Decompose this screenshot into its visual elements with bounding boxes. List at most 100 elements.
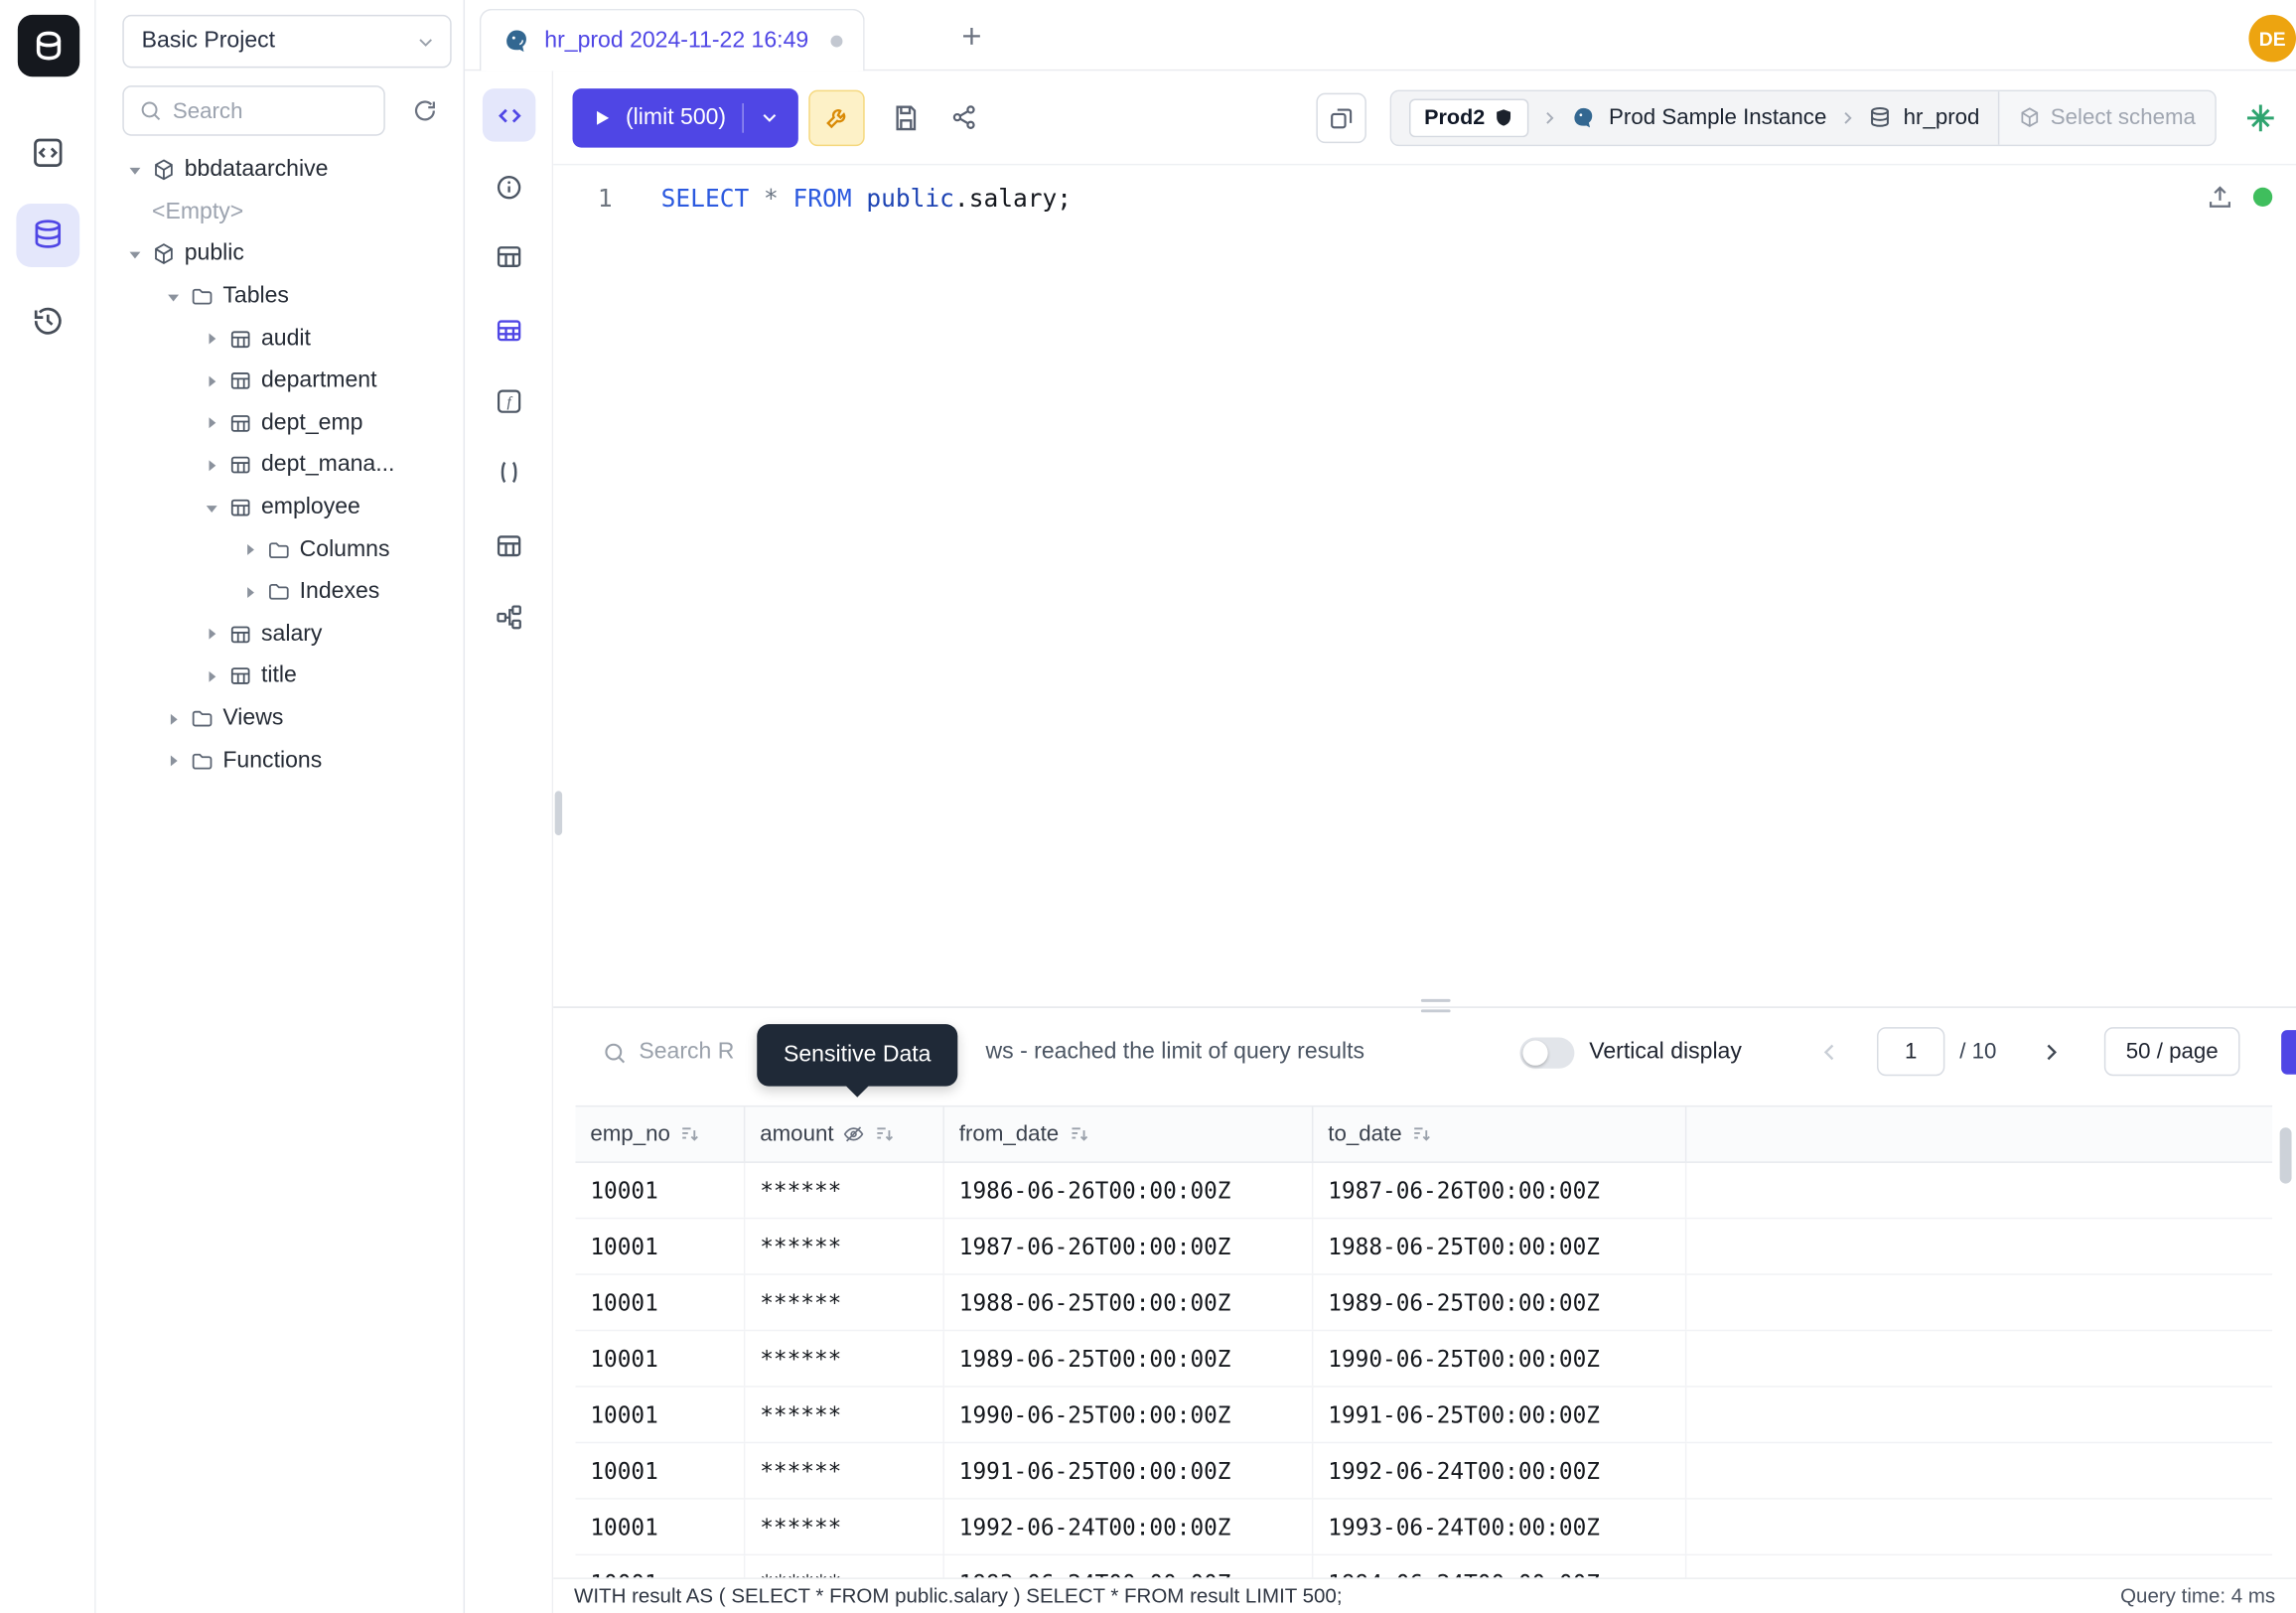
cell[interactable]: 1987-06-26T00:00:00Z [1313, 1163, 1686, 1218]
vertical-display-toggle[interactable] [1519, 1038, 1574, 1069]
cell[interactable]: 10001 [575, 1555, 745, 1577]
caret-down-icon[interactable] [127, 162, 143, 178]
schema-diagram-icon[interactable] [484, 592, 534, 643]
column-header-to_date[interactable]: to_date [1313, 1106, 1686, 1161]
tables-icon[interactable] [484, 231, 534, 282]
cell[interactable]: 1990-06-25T00:00:00Z [1313, 1331, 1686, 1386]
page-size-select[interactable]: 50 / page [2104, 1027, 2240, 1076]
sort-icon[interactable] [874, 1123, 896, 1145]
tree-item-views[interactable]: Views [96, 697, 464, 739]
cell[interactable]: 10001 [575, 1275, 745, 1330]
cell[interactable]: 10001 [575, 1331, 745, 1386]
cell[interactable]: ****** [745, 1443, 944, 1498]
cell[interactable]: 1993-06-24T00:00:00Z [1313, 1500, 1686, 1554]
environment-pill[interactable]: Prod2 [1409, 98, 1528, 137]
cell[interactable]: 1993-06-24T00:00:00Z [944, 1555, 1313, 1577]
info-icon[interactable] [484, 162, 534, 213]
caret-down-icon[interactable] [165, 289, 181, 305]
connection-breadcrumb[interactable]: Prod2 Prod Sample Instance hr_prod [1391, 90, 1997, 143]
tree-item-indexes[interactable]: Indexes [96, 571, 464, 613]
schema-select[interactable]: Select schema [1997, 90, 2215, 143]
table-row[interactable]: 10001******1991-06-25T00:00:00Z1992-06-2… [575, 1443, 2272, 1499]
caret-right-icon[interactable] [165, 710, 181, 726]
column-header-amount[interactable]: amount [745, 1106, 944, 1161]
save-icon[interactable] [892, 102, 922, 132]
caret-right-icon[interactable] [204, 668, 219, 684]
cell[interactable]: 10001 [575, 1443, 745, 1498]
wrench-icon[interactable] [808, 89, 864, 145]
sql-editor-icon[interactable] [16, 121, 79, 185]
sql-editor[interactable]: 1 SELECT * FROM public.salary; [553, 165, 2296, 1006]
cell[interactable]: 1994-06-24T00:00:00Z [1313, 1555, 1686, 1577]
history-icon[interactable] [16, 289, 79, 353]
cell[interactable]: 10001 [575, 1163, 745, 1218]
cell[interactable]: 1989-06-25T00:00:00Z [944, 1331, 1313, 1386]
caret-down-icon[interactable] [127, 246, 143, 262]
chevron-down-icon[interactable] [760, 107, 779, 126]
tree-item-audit[interactable]: audit [96, 318, 464, 360]
cell[interactable]: 1989-06-25T00:00:00Z [1313, 1275, 1686, 1330]
caret-right-icon[interactable] [242, 542, 258, 558]
page-number-input[interactable]: 1 [1877, 1027, 1944, 1076]
tree-item-functions[interactable]: Functions [96, 740, 464, 782]
caret-right-icon[interactable] [204, 458, 219, 474]
databases-icon[interactable] [16, 204, 79, 267]
bytebase-logo[interactable] [18, 15, 79, 76]
sql-code-line[interactable]: SELECT * FROM public.salary; [661, 185, 1072, 213]
column-header-from_date[interactable]: from_date [944, 1106, 1313, 1161]
results-scrollbar[interactable] [2280, 1127, 2292, 1183]
new-tab-button[interactable] [951, 16, 991, 56]
tab-hr-prod[interactable]: hr_prod 2024-11-22 16:49 [480, 9, 865, 71]
table-row[interactable]: 10001******1992-06-24T00:00:00Z1993-06-2… [575, 1500, 2272, 1555]
tree-item-tables[interactable]: Tables [96, 276, 464, 318]
share-icon[interactable] [950, 103, 978, 131]
tree-item-columns[interactable]: Columns [96, 528, 464, 570]
cell[interactable]: 10001 [575, 1388, 745, 1442]
cell[interactable]: 1988-06-25T00:00:00Z [1313, 1219, 1686, 1273]
caret-down-icon[interactable] [204, 500, 219, 515]
run-query-button[interactable]: (limit 500) [573, 87, 798, 146]
table-row[interactable]: 10001******1989-06-25T00:00:00Z1990-06-2… [575, 1331, 2272, 1387]
caret-right-icon[interactable] [204, 331, 219, 347]
functions-icon[interactable]: f [484, 376, 534, 427]
sort-icon[interactable] [1411, 1123, 1433, 1145]
assistant-icon[interactable] [2237, 93, 2285, 141]
cell[interactable]: 1990-06-25T00:00:00Z [944, 1388, 1313, 1442]
caret-right-icon[interactable] [242, 584, 258, 600]
cell[interactable]: 1992-06-24T00:00:00Z [1313, 1443, 1686, 1498]
table-row[interactable]: 10001******1990-06-25T00:00:00Z1991-06-2… [575, 1388, 2272, 1443]
sort-icon[interactable] [679, 1123, 701, 1145]
cell[interactable]: ****** [745, 1275, 944, 1330]
code-icon[interactable] [483, 88, 535, 141]
table-row[interactable]: 10001******1988-06-25T00:00:00Z1989-06-2… [575, 1275, 2272, 1331]
tree-item-dept-mana[interactable]: dept_mana... [96, 444, 464, 486]
panel-resize-handle[interactable] [1421, 999, 1451, 1012]
table-row[interactable]: 10001******1986-06-26T00:00:00Z1987-06-2… [575, 1163, 2272, 1219]
sidebar-search-input[interactable] [173, 98, 350, 123]
export-button-partial[interactable] [2281, 1030, 2296, 1075]
cell[interactable]: 1988-06-25T00:00:00Z [944, 1275, 1313, 1330]
cell[interactable]: ****** [745, 1331, 944, 1386]
cell[interactable]: ****** [745, 1555, 944, 1577]
upload-icon[interactable] [2206, 183, 2233, 211]
cell[interactable]: 10001 [575, 1500, 745, 1554]
cell[interactable]: ****** [745, 1388, 944, 1442]
procedures-icon[interactable] [484, 447, 534, 498]
caret-right-icon[interactable] [204, 373, 219, 389]
format-icon[interactable] [1317, 92, 1367, 143]
column-header-emp_no[interactable]: emp_no [575, 1106, 745, 1161]
sort-icon[interactable] [1068, 1123, 1089, 1145]
cell[interactable]: 10001 [575, 1219, 745, 1273]
chevron-left-icon[interactable] [1809, 1032, 1851, 1074]
chevron-right-icon[interactable] [2031, 1032, 2073, 1074]
tree-item-employee[interactable]: employee [96, 487, 464, 528]
avatar[interactable]: DE [2248, 15, 2296, 63]
caret-right-icon[interactable] [204, 415, 219, 431]
tree-item-empty[interactable]: <Empty> [96, 192, 464, 233]
sidebar-resize-handle[interactable] [555, 791, 562, 835]
masked-table-icon[interactable] [484, 306, 534, 357]
table-row[interactable]: 10001******1987-06-26T00:00:00Z1988-06-2… [575, 1219, 2272, 1274]
caret-right-icon[interactable] [165, 753, 181, 769]
caret-right-icon[interactable] [204, 626, 219, 642]
cell[interactable]: ****** [745, 1500, 944, 1554]
